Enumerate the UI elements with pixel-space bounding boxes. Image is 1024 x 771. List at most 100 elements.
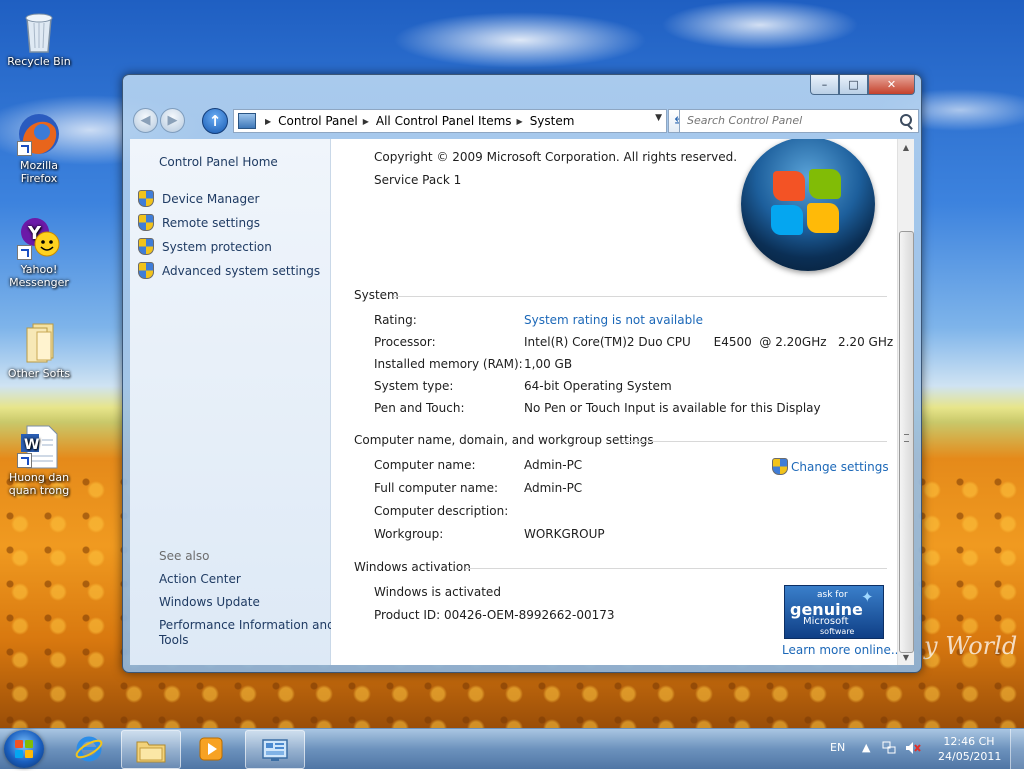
remote-settings-link[interactable]: Remote settings (138, 214, 260, 231)
system-section-title: System (354, 288, 399, 302)
arrow-right-icon: ▶ (167, 113, 178, 128)
badge-ask-for: ask for (817, 590, 848, 600)
system-type-value: 64-bit Operating System (524, 379, 672, 393)
sidebar-item-label: Advanced system settings (162, 263, 321, 278)
back-button[interactable]: ◀ (133, 108, 158, 133)
chevron-right-icon[interactable]: ▶ (363, 117, 369, 126)
taskbar-control-panel[interactable] (245, 730, 305, 769)
change-settings-link[interactable]: Change settings (772, 458, 889, 475)
performance-information-link[interactable]: Performance Information and (159, 618, 335, 632)
desktop-icon-huong-dan[interactable]: W Huong dan quan trong (1, 424, 77, 497)
desktop-icon-label: Recycle Bin (7, 55, 71, 68)
close-button[interactable]: ✕ (868, 75, 915, 95)
chevron-down-icon[interactable]: ▼ (655, 113, 662, 123)
wallpaper-watermark: y World (924, 632, 1018, 660)
rating-link[interactable]: System rating is not available (524, 313, 703, 327)
arrow-left-icon: ◀ (140, 113, 151, 128)
maximize-button[interactable]: □ (839, 75, 868, 95)
windows-flag-blue (771, 205, 803, 235)
chevron-right-icon[interactable]: ▶ (265, 117, 271, 126)
see-also-heading: See also (159, 549, 210, 563)
chevron-up-icon: ▲ (862, 741, 871, 754)
full-computer-name-label: Full computer name: (374, 481, 499, 495)
shield-icon (138, 262, 154, 279)
star-icon: ✦ (861, 588, 874, 606)
computer-name-section-title: Computer name, domain, and workgroup set… (354, 433, 654, 447)
grip-icon (904, 434, 909, 442)
taskbar-clock[interactable]: 12:46 CH 24/05/2011 (938, 734, 1002, 764)
breadcrumb-system[interactable]: System (530, 114, 575, 128)
up-button[interactable]: ↑ (202, 108, 228, 134)
yahoo-messenger-icon: Y (17, 216, 61, 260)
breadcrumb-control-panel[interactable]: Control Panel (278, 114, 358, 128)
desktop-icon-label: Yahoo! Messenger (9, 263, 69, 289)
computer-name-value: Admin-PC (524, 458, 583, 472)
recycle-bin-icon (17, 8, 61, 53)
desktop-icon-label: Huong dan quan trong (8, 471, 70, 497)
volume-muted-icon[interactable] (905, 741, 921, 758)
show-desktop-button[interactable] (1010, 729, 1024, 769)
language-indicator[interactable]: EN (830, 741, 845, 754)
search-icon[interactable] (900, 114, 912, 126)
desktop-icon-recycle-bin[interactable]: Recycle Bin (1, 8, 77, 68)
performance-information-link-tools[interactable]: Tools (159, 633, 189, 647)
system-protection-link[interactable]: System protection (138, 238, 272, 255)
desktop-icon-label: Other Softs (7, 367, 71, 380)
section-divider (393, 296, 887, 297)
windows-start-icon (15, 740, 33, 758)
taskbar-media-player[interactable] (182, 730, 240, 767)
desktop-icon-label: Mozilla Firefox (20, 159, 58, 185)
breadcrumb-all-items[interactable]: All Control Panel Items (376, 114, 512, 128)
taskbar-windows-explorer[interactable] (121, 730, 181, 769)
desktop-icon-yahoo-messenger[interactable]: Y Yahoo! Messenger (1, 216, 77, 289)
memory-value: 1,00 GB (524, 357, 573, 371)
desktop-icon-firefox[interactable]: Mozilla Firefox (1, 112, 77, 185)
action-center-link[interactable]: Action Center (159, 572, 241, 586)
search-input[interactable] (680, 110, 899, 130)
workgroup-label: Workgroup: (374, 527, 444, 541)
shortcut-arrow-icon (17, 453, 32, 468)
firefox-icon (17, 112, 61, 156)
chevron-right-icon[interactable]: ▶ (517, 117, 523, 126)
section-divider (623, 441, 887, 442)
processor-label: Processor: (374, 335, 436, 349)
folder-icon (136, 741, 166, 762)
advanced-system-settings-link[interactable]: Advanced system settings (138, 262, 320, 279)
full-computer-name-value: Admin-PC (524, 481, 583, 495)
folder-icon (17, 320, 61, 364)
taskbar-internet-explorer[interactable] (60, 730, 118, 767)
vertical-scrollbar[interactable]: ▲ ▼ (897, 139, 914, 665)
windows-update-link[interactable]: Windows Update (159, 595, 260, 609)
address-bar[interactable]: ▶ Control Panel ▶ All Control Panel Item… (233, 109, 667, 133)
desktop-icon-other-softs[interactable]: Other Softs (1, 320, 77, 380)
computer-description-label: Computer description: (374, 504, 509, 518)
scrollbar-thumb[interactable] (899, 231, 914, 653)
search-box (679, 109, 919, 133)
genuine-microsoft-badge[interactable]: ask for genuine ✦ Microsoft software (784, 585, 884, 639)
forward-button[interactable]: ▶ (160, 108, 185, 133)
pen-touch-value: No Pen or Touch Input is available for t… (524, 401, 821, 415)
network-icon[interactable] (882, 741, 896, 758)
shortcut-arrow-icon (17, 141, 32, 156)
clock-date: 24/05/2011 (938, 750, 1002, 763)
windows-flag-green (809, 169, 841, 199)
scroll-up-arrow-icon[interactable]: ▲ (898, 139, 914, 155)
sidebar-item-label: Device Manager (162, 191, 260, 206)
activation-section-title: Windows activation (354, 560, 471, 574)
control-panel-icon (238, 113, 256, 129)
badge-software: software (820, 627, 855, 636)
control-panel-home-link[interactable]: Control Panel Home (159, 155, 278, 169)
show-hidden-icons-button[interactable]: ▲ (862, 741, 870, 754)
learn-more-link[interactable]: Learn more online... (782, 643, 902, 657)
scroll-down-arrow-icon[interactable]: ▼ (898, 649, 914, 665)
copyright-text: Copyright © 2009 Microsoft Corporation. … (374, 150, 738, 164)
change-settings-label: Change settings (791, 459, 889, 474)
sidebar-item-label: System protection (162, 239, 272, 254)
service-pack-text: Service Pack 1 (374, 173, 462, 187)
minimize-button[interactable]: – (810, 75, 839, 95)
start-button[interactable] (4, 730, 44, 768)
shield-icon (138, 214, 154, 231)
windows-flag-yellow (807, 203, 839, 233)
device-manager-link[interactable]: Device Manager (138, 190, 259, 207)
control-panel-icon (262, 738, 288, 761)
